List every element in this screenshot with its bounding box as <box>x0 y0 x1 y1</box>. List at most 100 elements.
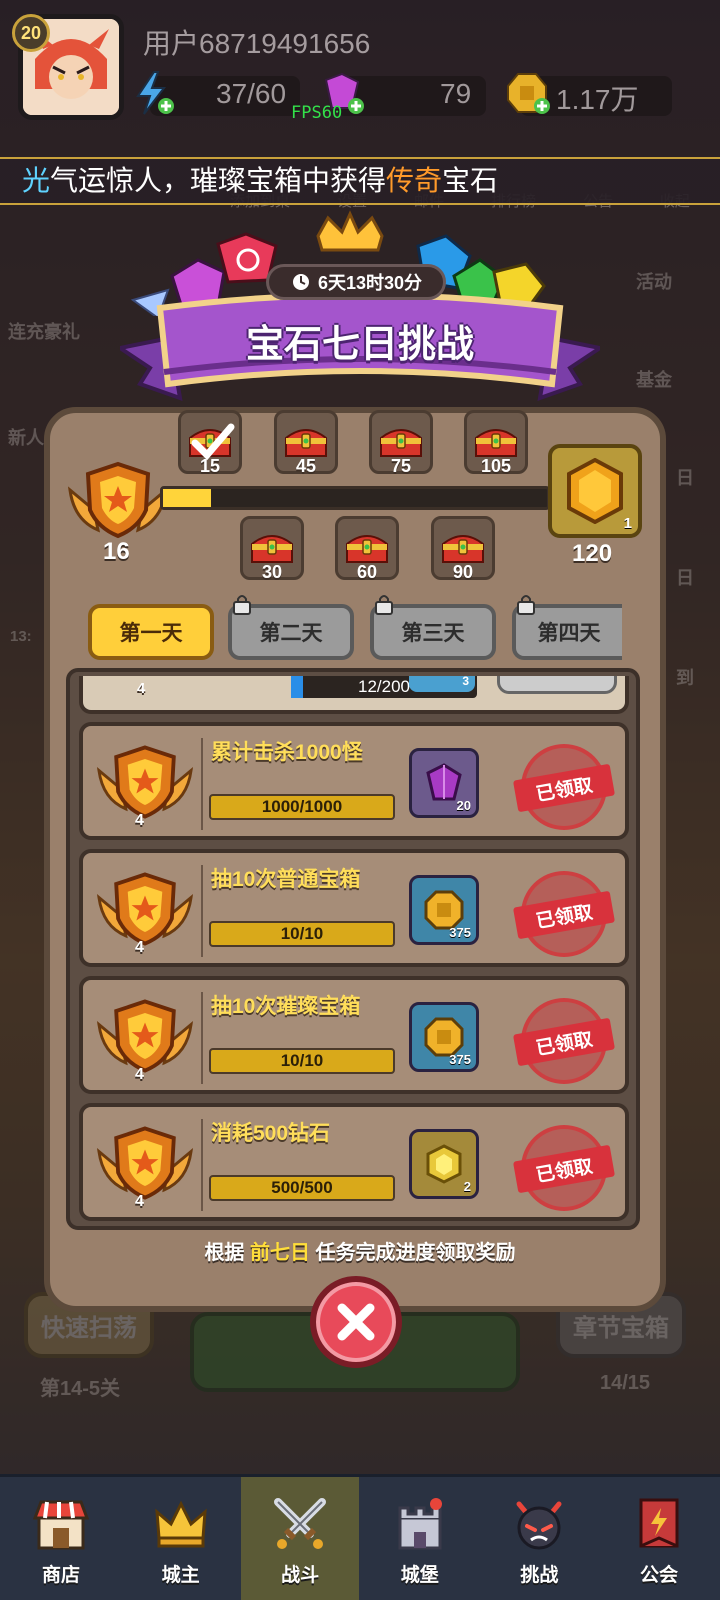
final-reward-box[interactable]: 1 <box>548 444 642 538</box>
milestone-points: 45 <box>295 456 317 476</box>
task-progress-text: 1000/1000 <box>261 797 343 816</box>
nav-item-demon[interactable]: 挑战 <box>480 1477 598 1600</box>
ticker-text-1: 气运惊人，璀璨宝箱中获得 <box>50 165 387 196</box>
partial-reward-count: 3 <box>462 676 469 688</box>
coin-icon[interactable] <box>504 70 550 116</box>
task-reward-count: 20 <box>456 798 471 813</box>
task-row: 4 抽10次璀璨宝箱 10/10 375 已领取 <box>79 976 629 1094</box>
nav-item-guild[interactable]: 公会 <box>600 1477 718 1600</box>
task-reward-box[interactable]: 20 <box>409 748 479 818</box>
task-reward-box[interactable]: 2 <box>409 1129 479 1199</box>
milestone-points: 30 <box>261 562 283 582</box>
task-medal-points: 4 <box>135 812 144 829</box>
ticker-prefix: 光 <box>22 165 51 196</box>
medal-icon <box>97 1126 193 1200</box>
milestone-progress-fill <box>163 489 211 507</box>
task-title: 抽10次普通宝箱 <box>211 868 361 891</box>
ticker-text-2: 宝石 <box>442 165 499 196</box>
fps-counter: FPS60 <box>291 103 343 123</box>
lock-icon <box>233 595 251 615</box>
nav-item-shop[interactable]: 商店 <box>2 1477 120 1600</box>
milestone-progress-bar <box>160 486 550 510</box>
row-divider <box>201 865 203 957</box>
milestone-points: 75 <box>390 456 412 476</box>
task-reward-box[interactable]: 375 <box>409 1002 479 1072</box>
task-title: 消耗500钻石 <box>211 1122 331 1145</box>
close-icon <box>337 1303 375 1341</box>
medal-icon <box>97 745 193 819</box>
medal-icon <box>97 999 193 1073</box>
partial-claim-button[interactable] <box>497 676 617 694</box>
task-medal-points: 4 <box>135 1066 144 1083</box>
close-button[interactable] <box>310 1276 402 1368</box>
footer-highlight: 前七日 <box>250 1242 310 1264</box>
final-reward-points: 120 <box>572 540 613 567</box>
footer-note: 根据 前七日 任务完成进度领取奖励 <box>0 1236 720 1265</box>
medal-count: 16 <box>103 538 130 565</box>
tab-day-1[interactable]: 第一天 <box>88 604 214 660</box>
task-medal <box>97 1119 193 1207</box>
task-reward-box[interactable]: 375 <box>409 875 479 945</box>
task-medal <box>97 992 193 1080</box>
bottom-nav: 商店 城主 战斗 城堡 挑战 公会 <box>0 1474 720 1600</box>
task-progress-bar: 10/10 <box>209 1048 395 1074</box>
task-medal <box>97 738 193 826</box>
nav-label: 城堡 <box>400 1564 439 1586</box>
crown-icon <box>154 1500 207 1547</box>
task-medal-points: 4 <box>135 939 144 956</box>
nav-item-castle[interactable]: 城堡 <box>361 1477 479 1600</box>
demon-icon <box>516 1501 562 1549</box>
task-progress-bar: 500/500 <box>209 1175 395 1201</box>
nav-label: 战斗 <box>281 1564 320 1586</box>
countdown-timer: 6天13时30分 <box>266 264 446 300</box>
task-progress-text: 500/500 <box>271 1178 333 1197</box>
medal-progress-icon <box>68 461 168 539</box>
lock-icon <box>517 595 535 615</box>
gems-value: 79 <box>440 78 472 109</box>
ticker-highlight: 传奇 <box>386 165 443 196</box>
task-title: 累计击杀1000怪 <box>211 741 363 764</box>
final-reward-count: 1 <box>623 515 632 532</box>
nav-label: 挑战 <box>520 1564 559 1586</box>
task-reward-count: 2 <box>463 1179 471 1194</box>
username: 用户68719491656 <box>143 28 371 59</box>
task-reward-count: 375 <box>449 1052 471 1067</box>
partial-medal-num: 4 <box>137 680 146 697</box>
nav-item-crown[interactable]: 城主 <box>122 1477 240 1600</box>
swords-icon <box>274 1497 327 1549</box>
energy-value: 37/60 <box>216 78 287 109</box>
lock-icon <box>375 595 393 615</box>
row-divider <box>201 1119 203 1211</box>
gold-gem-icon <box>567 458 623 524</box>
partial-progress-text: 12/200 <box>358 677 410 696</box>
footer-post: 任务完成进度领取奖励 <box>310 1242 516 1264</box>
countdown-text: 6天13时30分 <box>317 273 423 293</box>
modal-title: 宝石七日挑战 <box>245 323 474 366</box>
coins-value: 1.17万 <box>556 84 639 115</box>
task-row: 4 累计击杀1000怪 1000/1000 20 已领取 <box>79 722 629 840</box>
task-medal <box>97 865 193 953</box>
task-medal-points: 4 <box>135 1193 144 1210</box>
partial-reward-box: 3 <box>409 676 475 692</box>
castle-icon <box>398 1497 442 1549</box>
task-title: 抽10次璀璨宝箱 <box>211 995 361 1018</box>
milestone-points: 90 <box>452 562 474 582</box>
footer-pre: 根据 <box>204 1242 250 1264</box>
task-reward-count: 375 <box>449 925 471 940</box>
row-divider <box>201 738 203 830</box>
task-row-partial: 12/200 3 4 <box>79 676 629 714</box>
nav-label: 商店 <box>41 1564 80 1586</box>
task-progress-text: 10/10 <box>280 924 324 943</box>
player-level-badge: 20 <box>12 14 50 52</box>
nav-item-swords[interactable]: 战斗 <box>241 1477 360 1600</box>
nav-label: 城主 <box>161 1564 200 1586</box>
milestone-points: 15 <box>199 456 221 476</box>
row-divider <box>201 992 203 1084</box>
milestone-points: 60 <box>356 562 378 582</box>
clock-icon <box>290 272 311 292</box>
energy-icon[interactable] <box>130 70 176 116</box>
task-progress-bar: 10/10 <box>209 921 395 947</box>
gold-gem-icon <box>426 1144 462 1184</box>
shop-icon <box>32 1500 90 1549</box>
medal-icon <box>97 872 193 946</box>
